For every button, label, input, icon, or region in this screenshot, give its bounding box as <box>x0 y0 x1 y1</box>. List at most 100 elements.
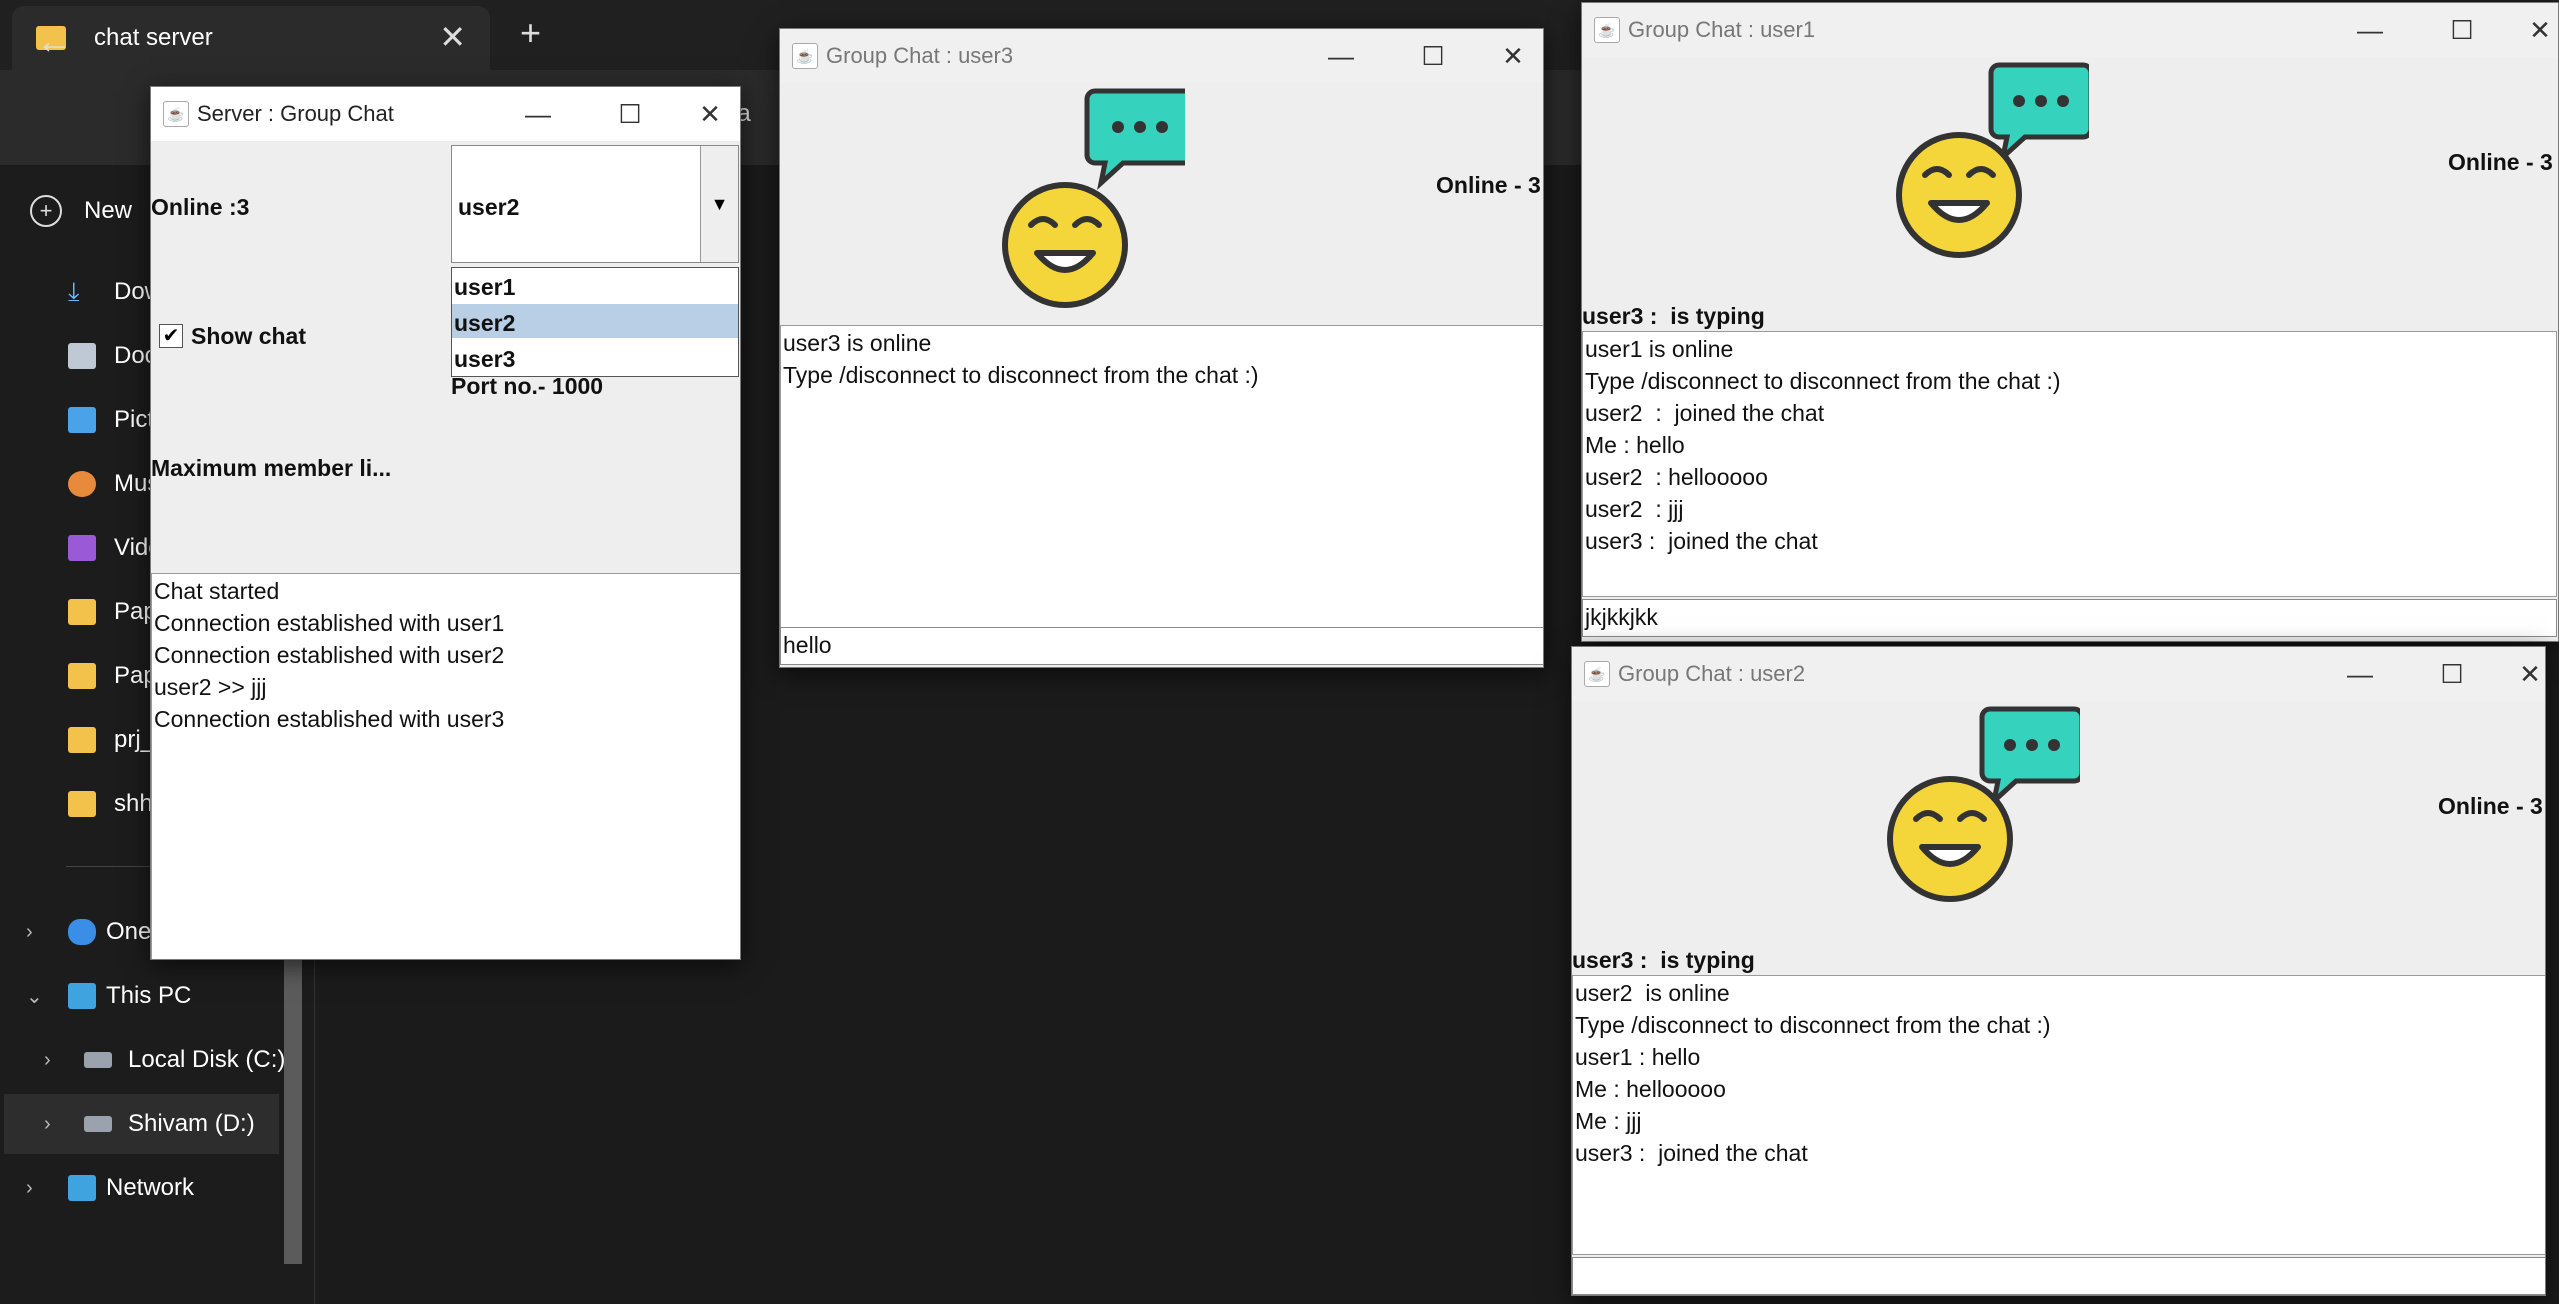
chat-message: user1 is online <box>1585 336 1734 362</box>
chat-message: user2 : hellooooo <box>1585 464 1768 490</box>
user2-window-title: Group Chat : user2 <box>1618 661 1806 686</box>
server-titlebar[interactable]: ☕ Server : Group Chat — ☐ ✕ <box>151 87 740 141</box>
sidebar-item-shivam-drive[interactable]: › Shivam (D:) <box>4 1094 279 1154</box>
show-chat-label: Show chat <box>191 323 307 349</box>
server-window-title: Server : Group Chat <box>197 101 394 126</box>
close-icon[interactable]: ✕ <box>1473 29 1543 83</box>
user1-titlebar[interactable]: ☕ Group Chat : user1 — ☐ ✕ <box>1582 3 2558 57</box>
chat-message: user3 : joined the chat <box>1575 1140 1808 1166</box>
dropdown-arrow-icon[interactable]: ▼ <box>700 146 738 262</box>
chevron-right-icon[interactable]: › <box>44 1113 51 1136</box>
online-count: Online - 3 <box>2448 149 2553 175</box>
user3-titlebar[interactable]: ☕ Group Chat : user3 — ☐ ✕ <box>780 29 1543 83</box>
explorer-tab-title: chat server <box>94 24 213 51</box>
new-button-label: New <box>84 197 133 224</box>
drive-icon <box>84 1116 112 1132</box>
maximize-icon[interactable]: ☐ <box>2422 3 2502 57</box>
close-icon[interactable]: ✕ <box>2500 3 2558 57</box>
log-line: Chat started <box>154 578 280 604</box>
online-count: Online - 3 <box>2438 793 2543 819</box>
sidebar-label: One <box>106 918 152 945</box>
explorer-tab[interactable]: chat server ✕ <box>12 6 490 70</box>
close-icon[interactable]: ✕ <box>670 87 740 141</box>
new-button[interactable]: + New <box>30 195 132 227</box>
log-line: Connection established with user2 <box>154 642 505 668</box>
chat-message: user3 : joined the chat <box>1585 528 1818 554</box>
user2-chat-window: ☕ Group Chat : user2 — ☐ ✕ Online - 3 us… <box>1571 646 2546 1296</box>
sidebar-label: Local Disk (C:) <box>128 1046 286 1073</box>
chat-messages-area[interactable]: user3 is online Type /disconnect to disc… <box>780 325 1543 655</box>
sidebar-item-this-pc[interactable]: ⌄ This PC <box>0 966 320 1026</box>
user1-window-title: Group Chat : user1 <box>1628 17 1816 42</box>
message-input[interactable]: jkjkkjkk <box>1582 599 2557 637</box>
folder-icon <box>68 727 96 753</box>
log-line: Connection established with user1 <box>154 610 505 636</box>
show-chat-checkbox[interactable]: ✔ <box>159 324 183 348</box>
java-icon: ☕ <box>1584 661 1610 687</box>
message-input[interactable]: hello <box>780 627 1543 665</box>
server-log-area[interactable]: Chat started Connection established with… <box>151 573 740 959</box>
maximize-icon[interactable]: ☐ <box>2412 647 2492 701</box>
maximize-icon[interactable]: ☐ <box>590 87 670 141</box>
sidebar-item-local-disk[interactable]: › Local Disk (C:) <box>0 1030 320 1090</box>
minimize-icon[interactable]: — <box>1301 29 1381 83</box>
user-select-value: user2 <box>458 194 520 220</box>
dropdown-option-selected[interactable]: user2 <box>454 310 738 337</box>
close-icon[interactable]: ✕ <box>2490 647 2545 701</box>
user-dropdown-list: user1 user2 user3 <box>451 267 739 377</box>
chat-message: Me : jjj <box>1575 1108 1642 1134</box>
user3-window-title: Group Chat : user3 <box>826 43 1014 68</box>
close-tab-icon[interactable]: ✕ <box>439 18 466 56</box>
plus-circle-icon: + <box>30 195 62 227</box>
sidebar-label: shh <box>114 790 153 817</box>
minimize-icon[interactable]: — <box>498 87 578 141</box>
network-icon <box>68 1175 96 1201</box>
chevron-right-icon[interactable]: › <box>44 1049 51 1072</box>
dropdown-option[interactable]: user1 <box>454 274 738 301</box>
picture-icon <box>68 407 96 433</box>
chat-message: Type /disconnect to disconnect from the … <box>783 362 1259 388</box>
maximize-icon[interactable]: ☐ <box>1393 29 1473 83</box>
minimize-icon[interactable]: — <box>2320 647 2400 701</box>
chat-message: Type /disconnect to disconnect from the … <box>1575 1012 2051 1038</box>
back-arrow-icon[interactable]: ← <box>36 20 72 62</box>
sidebar-item-network[interactable]: › Network <box>0 1158 320 1218</box>
chevron-down-icon[interactable]: ⌄ <box>26 984 43 1009</box>
user2-titlebar[interactable]: ☕ Group Chat : user2 — ☐ ✕ <box>1572 647 2545 701</box>
user1-chat-window: ☕ Group Chat : user1 — ☐ ✕ Online - 3 us… <box>1581 2 2559 642</box>
cloud-icon <box>68 919 96 945</box>
chat-messages-area[interactable]: user1 is online Type /disconnect to disc… <box>1582 331 2557 597</box>
dropdown-option[interactable]: user3 <box>454 346 738 373</box>
max-members-label: Maximum member li... <box>151 455 392 481</box>
sidebar-label: Network <box>106 1174 195 1201</box>
log-line: Connection established with user3 <box>154 706 505 732</box>
message-input[interactable] <box>1572 1257 2545 1295</box>
chat-message: Type /disconnect to disconnect from the … <box>1585 368 2061 394</box>
folder-icon <box>68 791 96 817</box>
sidebar-scrollbar[interactable] <box>284 940 302 1264</box>
chevron-right-icon[interactable]: › <box>26 1177 33 1200</box>
monitor-icon <box>68 983 96 1009</box>
chat-message: Me : hellooooo <box>1575 1076 1726 1102</box>
download-icon: ⤓ <box>68 276 80 306</box>
minimize-icon[interactable]: — <box>2330 3 2410 57</box>
java-icon: ☕ <box>792 43 818 69</box>
server-window: ☕ Server : Group Chat — ☐ ✕ Online :3 us… <box>150 86 741 960</box>
chat-message: user2 is online <box>1575 980 1730 1006</box>
folder-icon <box>68 663 96 689</box>
user3-chat-window: ☕ Group Chat : user3 — ☐ ✕ Online - 3 us… <box>779 28 1544 668</box>
sidebar-label: Shivam (D:) <box>128 1110 255 1137</box>
chat-messages-area[interactable]: user2 is online Type /disconnect to disc… <box>1572 975 2545 1255</box>
folder-icon <box>68 599 96 625</box>
java-icon: ☕ <box>1594 17 1620 43</box>
chevron-right-icon[interactable]: › <box>26 921 33 944</box>
smiley-chat-emoji-icon <box>1002 88 1185 308</box>
typing-status: user3 : is typing <box>1572 947 1755 973</box>
video-icon <box>68 535 96 561</box>
chat-message: Me : hello <box>1585 432 1685 458</box>
smiley-chat-emoji-icon <box>1887 706 2080 902</box>
typing-status: user3 : is typing <box>1582 303 1765 329</box>
port-label: Port no.- 1000 <box>451 373 604 399</box>
user-select[interactable]: user2 ▼ <box>451 145 739 263</box>
new-tab-button[interactable]: + <box>520 12 541 54</box>
